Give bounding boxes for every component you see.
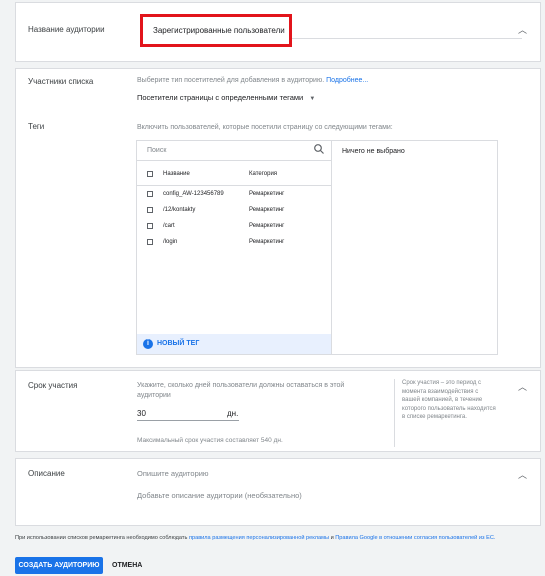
duration-hint: Укажите, сколько дней пользователи должн… — [137, 382, 345, 399]
members-type-select[interactable]: Посетители страницы с определенными тега… — [137, 93, 315, 102]
tag-name: /cart — [163, 223, 175, 229]
policy-prefix: При использовании списков ремаркетинга н… — [15, 535, 188, 541]
duration-underline — [137, 420, 239, 421]
policy-and: и — [330, 535, 334, 541]
table-row[interactable]: /login Ремаркетинг — [137, 235, 331, 251]
tag-category: Ремаркетинг — [249, 239, 285, 245]
search-placeholder: Поиск — [147, 147, 167, 154]
select-all-checkbox[interactable] — [147, 171, 153, 177]
policy-link-personalized[interactable]: правила размещения персонализированной р… — [189, 535, 329, 541]
col-category-header: Категория — [249, 171, 278, 177]
create-audience-button[interactable]: СОЗДАТЬ АУДИТОРИЮ — [15, 557, 103, 574]
row-checkbox[interactable] — [147, 191, 153, 197]
duration-side-note: Срок участия – это период с момента взаи… — [402, 380, 496, 420]
duration-unit: дн. — [227, 409, 239, 418]
description-body-placeholder[interactable]: Добавьте описание аудитории (необязатель… — [137, 491, 302, 500]
members-hint: Выберите тип посетителей для добавления … — [137, 77, 368, 84]
info-icon: i — [143, 339, 153, 349]
collapse-chevron-icon[interactable]: ︿ — [518, 380, 527, 393]
new-tag-button[interactable]: i НОВЫЙ ТЕГ — [137, 334, 331, 354]
new-tag-label: НОВЫЙ ТЕГ — [157, 340, 200, 347]
tag-category: Ремаркетинг — [249, 223, 285, 229]
tag-name: /login — [163, 239, 178, 245]
more-link[interactable]: Подробнее... — [326, 77, 368, 84]
members-hint-text: Выберите тип посетителей для добавления … — [137, 77, 325, 84]
tag-category: Ремаркетинг — [249, 191, 285, 197]
audience-name-value: Зарегистрированные пользователи — [153, 26, 285, 35]
duration-value[interactable]: 30 — [137, 409, 146, 418]
policy-note: При использовании списков ремаркетинга н… — [15, 534, 535, 542]
policy-link-eu-consent[interactable]: Правила Google в отношении согласия поль… — [335, 535, 495, 541]
tag-category: Ремаркетинг — [249, 207, 285, 213]
header-divider — [137, 185, 331, 186]
collapse-chevron-icon[interactable]: ︿ — [518, 468, 527, 481]
audience-name-card: Название аудитории Зарегистрированные по… — [15, 2, 541, 62]
description-title-placeholder[interactable]: Опишите аудиторию — [137, 469, 209, 478]
nothing-selected-text: Ничего не выбрано — [342, 148, 405, 155]
description-card: Описание Опишите аудиторию Добавьте опис… — [15, 458, 541, 526]
collapse-chevron-icon[interactable]: ︿ — [518, 23, 527, 36]
audience-name-label: Название аудитории — [28, 25, 105, 34]
tag-name: /12/kontakty — [163, 207, 196, 213]
table-row[interactable]: config_AW-123456789 Ремаркетинг — [137, 187, 331, 203]
cancel-button[interactable]: ОТМЕНА — [112, 557, 142, 574]
members-label: Участники списка — [28, 77, 94, 86]
row-checkbox[interactable] — [147, 223, 153, 229]
tags-hint: Включить пользователей, которые посетили… — [137, 124, 393, 131]
search-icon[interactable] — [313, 143, 325, 157]
table-row[interactable]: /cart Ремаркетинг — [137, 219, 331, 235]
tag-name: config_AW-123456789 — [163, 191, 224, 197]
tags-table: Поиск Название Категория config_AW-12345… — [136, 140, 498, 355]
tags-search[interactable]: Поиск — [137, 141, 331, 161]
tags-header-row: Название Категория — [137, 167, 331, 183]
audience-name-field[interactable]: Зарегистрированные пользователи — [140, 14, 292, 47]
duration-card: Срок участия Укажите, сколько дней польз… — [15, 370, 541, 452]
description-label: Описание — [28, 469, 65, 478]
duration-label: Срок участия — [28, 381, 78, 390]
tags-list-panel: Поиск Название Категория config_AW-12345… — [137, 141, 332, 354]
row-checkbox[interactable] — [147, 239, 153, 245]
members-type-value: Посетители страницы с определенными тега… — [137, 93, 304, 102]
tags-label: Теги — [28, 122, 45, 131]
duration-max-note: Максимальный срок участия составляет 540… — [137, 437, 283, 444]
audience-name-underline — [292, 38, 522, 39]
row-checkbox[interactable] — [147, 207, 153, 213]
duration-divider — [394, 379, 395, 447]
col-name-header: Название — [163, 171, 190, 177]
table-row[interactable]: /12/kontakty Ремаркетинг — [137, 203, 331, 219]
dropdown-arrow-icon: ▼ — [309, 96, 316, 102]
